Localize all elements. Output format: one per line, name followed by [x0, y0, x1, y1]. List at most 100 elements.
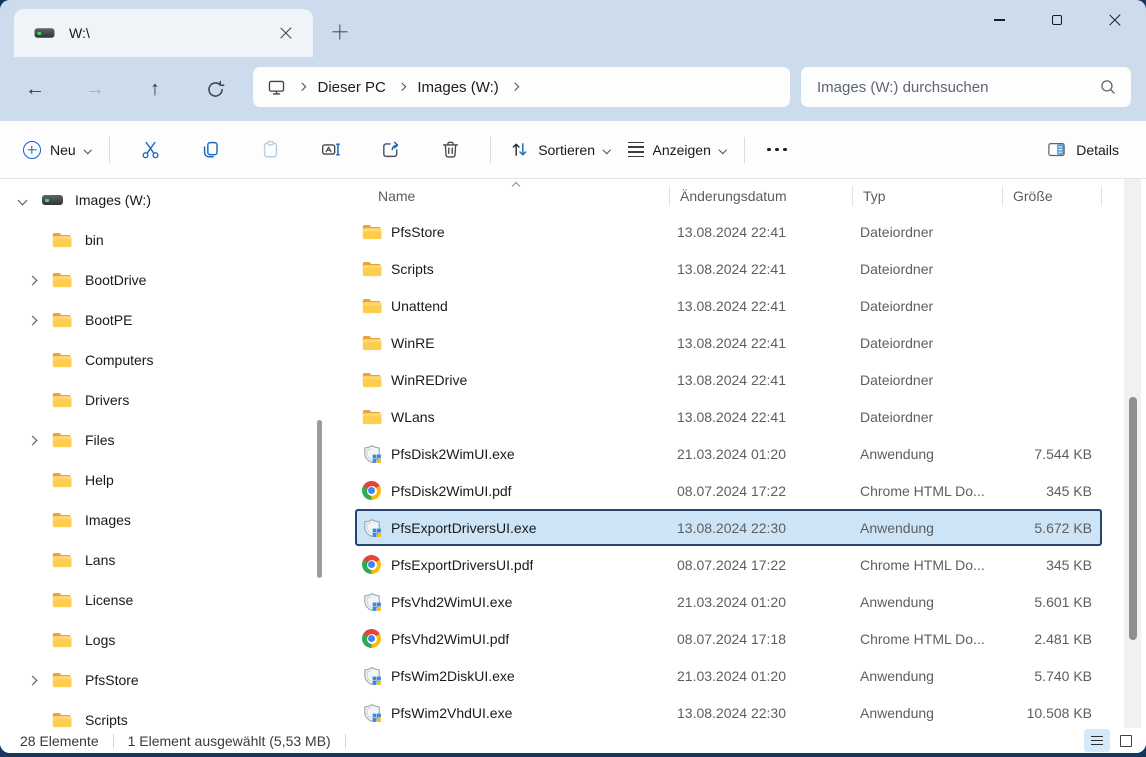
sidebar-item-computers[interactable]: Computers: [0, 340, 340, 380]
minimize-icon: [994, 19, 1005, 20]
close-button[interactable]: [1086, 0, 1144, 40]
details-view-button[interactable]: [1084, 729, 1110, 752]
column-header-nderungsdatum[interactable]: Änderungsdatum: [669, 186, 852, 206]
back-button[interactable]: ←: [5, 78, 65, 101]
details-pane-button[interactable]: Details: [1037, 130, 1128, 170]
file-row[interactable]: PfsDisk2WimUI.pdf08.07.2024 17:22Chrome …: [355, 472, 1102, 509]
folder-icon: [52, 552, 74, 568]
sidebar-item-help[interactable]: Help: [0, 460, 340, 500]
folder-icon: [52, 712, 74, 728]
search-icon[interactable]: [1099, 78, 1117, 96]
file-row[interactable]: PfsVhd2WimUI.pdf08.07.2024 17:18Chrome H…: [355, 620, 1102, 657]
forward-button: →: [65, 78, 125, 101]
circled-plus-icon: [23, 141, 41, 159]
file-row[interactable]: PfsDisk2WimUI.exe21.03.2024 01:20Anwendu…: [355, 435, 1102, 472]
search-input[interactable]: [815, 78, 1099, 97]
cut-button[interactable]: [120, 130, 180, 170]
up-button[interactable]: ↑: [125, 78, 185, 101]
file-name-cell: WinREDrive: [357, 372, 667, 388]
file-row[interactable]: PfsWim2VhdUI.exe13.08.2024 22:30Anwendun…: [355, 694, 1102, 728]
folder-icon: [52, 672, 74, 688]
file-row[interactable]: Scripts13.08.2024 22:41Dateiordner: [355, 250, 1102, 287]
sidebar-item-files[interactable]: Files: [0, 420, 340, 460]
navigation-bar: ← → ↑ Dieser PC Images (W:): [0, 57, 1146, 121]
selection-summary: 1 Element ausgewählt (5,53 MB): [128, 733, 331, 749]
file-date: 21.03.2024 01:20: [667, 446, 850, 462]
file-name-cell: PfsExportDriversUI.exe: [357, 518, 667, 538]
sidebar-item-lans[interactable]: Lans: [0, 540, 340, 580]
refresh-button[interactable]: [185, 80, 245, 99]
new-button[interactable]: Neu: [14, 130, 99, 170]
sidebar-item-label: Help: [85, 472, 114, 488]
sidebar-item-bin[interactable]: bin: [0, 220, 340, 260]
refresh-icon: [206, 80, 225, 99]
breadcrumb-chevron-icon[interactable]: [511, 83, 519, 91]
sidebar-item-images[interactable]: Images: [0, 500, 340, 540]
breadcrumb-dieser-pc[interactable]: Dieser PC: [318, 79, 386, 96]
share-button[interactable]: [360, 130, 420, 170]
file-row[interactable]: PfsExportDriversUI.exe13.08.2024 22:30An…: [355, 509, 1102, 546]
sidebar-item-logs[interactable]: Logs: [0, 620, 340, 660]
tree-chevron-icon[interactable]: [24, 277, 40, 284]
titlebar: W:\: [0, 0, 1146, 57]
explorer-tab[interactable]: W:\: [14, 9, 313, 57]
file-row[interactable]: PfsStore13.08.2024 22:41Dateiordner: [355, 213, 1102, 250]
sidebar-item-scripts[interactable]: Scripts: [0, 700, 340, 728]
column-header-typ[interactable]: Typ: [852, 186, 1002, 206]
tree-chevron-icon[interactable]: [24, 437, 40, 444]
sidebar-scrollbar[interactable]: [317, 420, 322, 578]
file-row[interactable]: WinRE13.08.2024 22:41Dateiordner: [355, 324, 1102, 361]
sidebar-item-license[interactable]: License: [0, 580, 340, 620]
address-bar[interactable]: Dieser PC Images (W:): [253, 67, 790, 107]
file-name: PfsWim2VhdUI.exe: [391, 705, 512, 721]
sidebar-item-bootpe[interactable]: BootPE: [0, 300, 340, 340]
breadcrumb-images-w[interactable]: Images (W:): [417, 79, 498, 96]
tab-close-icon[interactable]: [273, 20, 299, 46]
file-row[interactable]: PfsWim2DiskUI.exe21.03.2024 01:20Anwendu…: [355, 657, 1102, 694]
folder-icon: [362, 335, 382, 351]
file-type: Anwendung: [850, 705, 1000, 721]
minimize-button[interactable]: [970, 0, 1028, 40]
maximize-icon: [1052, 15, 1062, 25]
sidebar-item-bootdrive[interactable]: BootDrive: [0, 260, 340, 300]
tree-chevron-icon[interactable]: [24, 677, 40, 684]
view-button-label: Anzeigen: [653, 142, 711, 158]
file-row[interactable]: WLans13.08.2024 22:41Dateiordner: [355, 398, 1102, 435]
file-row[interactable]: WinREDrive13.08.2024 22:41Dateiordner: [355, 361, 1102, 398]
column-header-gr-e[interactable]: Größe: [1002, 186, 1102, 206]
sort-button[interactable]: Sortieren: [501, 130, 618, 170]
view-button[interactable]: Anzeigen: [619, 130, 735, 170]
folder-icon: [362, 224, 382, 240]
file-row[interactable]: PfsVhd2WimUI.exe21.03.2024 01:20Anwendun…: [355, 583, 1102, 620]
file-row[interactable]: PfsExportDriversUI.pdf08.07.2024 17:22Ch…: [355, 546, 1102, 583]
file-row[interactable]: Unattend13.08.2024 22:41Dateiordner: [355, 287, 1102, 324]
copy-button[interactable]: [180, 130, 240, 170]
icons-view-button[interactable]: [1113, 729, 1139, 752]
tree-chevron-icon[interactable]: [14, 197, 30, 204]
sidebar-item-drivers[interactable]: Drivers: [0, 380, 340, 420]
file-size: 7.544 KB: [1000, 446, 1100, 462]
sidebar-item-images-w[interactable]: Images (W:): [0, 180, 340, 220]
view-toggles: [1084, 729, 1139, 752]
file-name: PfsDisk2WimUI.pdf: [391, 483, 512, 499]
file-date: 13.08.2024 22:41: [667, 372, 850, 388]
file-size: 345 KB: [1000, 483, 1100, 499]
rename-button[interactable]: [300, 130, 360, 170]
maximize-button[interactable]: [1028, 0, 1086, 40]
chrome-icon: [362, 481, 382, 500]
new-tab-button[interactable]: [328, 20, 352, 44]
delete-button[interactable]: [420, 130, 480, 170]
sidebar-item-label: Images (W:): [75, 192, 151, 208]
tree-chevron-icon[interactable]: [24, 317, 40, 324]
item-count: 28 Elemente: [20, 733, 99, 749]
status-separator: [345, 734, 346, 748]
more-options-button[interactable]: [767, 148, 787, 152]
vertical-scrollbar-track[interactable]: [1124, 179, 1141, 728]
column-header-name[interactable]: Name: [355, 186, 669, 206]
file-size: 5.672 KB: [1000, 520, 1100, 536]
sidebar-item-pfsstore[interactable]: PfsStore: [0, 660, 340, 700]
file-date: 13.08.2024 22:41: [667, 335, 850, 351]
toolbar-separator: [744, 137, 745, 163]
file-explorer-window: W:\ ← → ↑: [0, 0, 1146, 753]
vertical-scrollbar-thumb[interactable]: [1129, 397, 1137, 640]
